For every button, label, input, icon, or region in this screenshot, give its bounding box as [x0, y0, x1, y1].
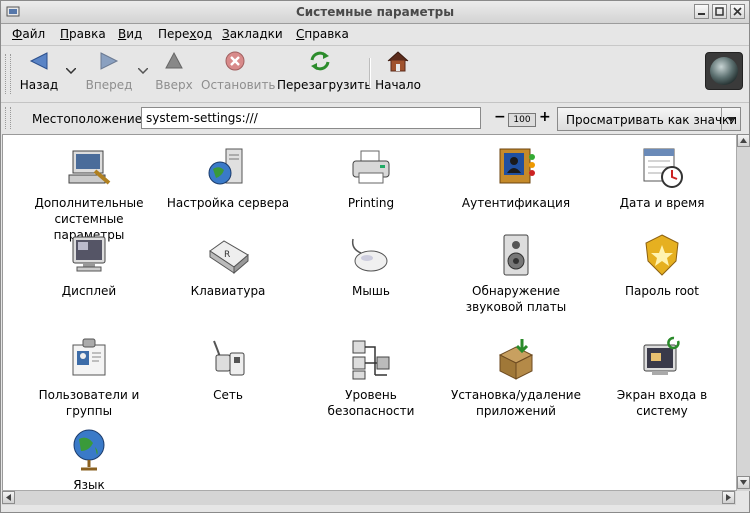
maximize-icon [715, 7, 724, 16]
location-label: Местоположение: [32, 112, 147, 126]
item-date-time[interactable]: Дата и время [592, 143, 732, 211]
monitor-icon [72, 236, 106, 272]
vertical-scrollbar[interactable] [736, 134, 750, 491]
home-icon [387, 51, 409, 72]
window: Системные параметры Файл Правка Вид Пере… [0, 0, 750, 513]
menu-help[interactable]: Справка [296, 27, 349, 41]
printer-icon [352, 150, 390, 184]
close-button[interactable] [730, 4, 745, 19]
menu-bookmarks[interactable]: Закладки [222, 27, 283, 41]
horizontal-scrollbar[interactable] [2, 490, 736, 505]
package-install-icon [498, 339, 534, 380]
item-server-settings[interactable]: Настройка сервера [158, 143, 298, 211]
throbber-icon [710, 57, 738, 85]
scroll-right-arrow-icon [726, 494, 731, 501]
reload-button[interactable]: Перезагрузить [277, 50, 371, 92]
scroll-left-button[interactable] [2, 491, 15, 504]
maximize-button[interactable] [712, 4, 727, 19]
language-globe-icon [73, 429, 105, 471]
item-root-password[interactable]: Пароль root [592, 231, 732, 299]
view-as-dropdown[interactable] [721, 108, 740, 130]
root-badge-icon [645, 234, 679, 276]
item-security-level[interactable]: Уровень безопасности [301, 335, 441, 419]
icon-view[interactable]: Дополнительные системные параметры Настр… [2, 134, 737, 491]
scroll-right-button[interactable] [722, 491, 735, 504]
scroll-down-arrow-icon [740, 480, 747, 485]
window-title: Системные параметры [295, 5, 455, 19]
authentication-icon [499, 148, 535, 184]
activity-throbber [705, 52, 743, 90]
zoom-out-button[interactable]: − [494, 110, 506, 124]
calendar-clock-icon [643, 148, 683, 188]
title-bar[interactable]: Системные параметры [1, 1, 749, 24]
zoom-level[interactable]: 100 [508, 113, 536, 127]
scroll-up-arrow-icon [740, 138, 747, 143]
network-plug-icon [213, 340, 245, 376]
status-bar [1, 505, 749, 512]
security-level-icon [352, 340, 390, 380]
item-display[interactable]: Дисплей [19, 231, 159, 299]
forward-history-dropdown-icon[interactable] [138, 68, 148, 74]
view-as-select[interactable]: Просматривать как значки [557, 107, 741, 131]
item-printing[interactable]: Printing [301, 143, 441, 211]
zoom-in-button[interactable]: + [539, 109, 551, 125]
item-login-screen[interactable]: Экран входа в систему [592, 335, 732, 419]
toolbar-grip[interactable] [5, 54, 11, 94]
scroll-up-button[interactable] [737, 134, 750, 147]
location-bar: Местоположение: system-settings:/// − 10… [1, 103, 749, 133]
minimize-button[interactable] [694, 4, 709, 19]
menu-bar: Файл Правка Вид Переход Закладки Справка [1, 24, 749, 46]
back-history-dropdown-icon[interactable] [66, 68, 76, 74]
item-mouse[interactable]: Мышь [301, 231, 441, 299]
forward-arrow-icon [100, 52, 119, 70]
up-button[interactable]: Вверх [155, 50, 193, 92]
location-bar-grip[interactable] [5, 107, 11, 129]
close-icon [733, 7, 742, 16]
item-network[interactable]: Сеть [158, 335, 298, 403]
item-keyboard[interactable]: R Клавиатура [158, 231, 298, 299]
back-button[interactable]: Назад [19, 50, 59, 92]
reload-icon [310, 51, 330, 71]
toolbar-separator [369, 58, 371, 88]
stop-button[interactable]: Остановить [201, 50, 276, 92]
scroll-down-button[interactable] [737, 476, 750, 489]
item-add-remove-apps[interactable]: Установка/удаление приложений [446, 335, 586, 419]
location-input[interactable]: system-settings:/// [141, 107, 481, 129]
menu-file[interactable]: Файл [12, 27, 45, 41]
menu-edit[interactable]: Правка [60, 27, 106, 41]
up-arrow-icon [165, 51, 183, 69]
back-arrow-icon [29, 52, 48, 70]
menu-go[interactable]: Переход [158, 27, 212, 41]
item-language[interactable]: Язык [19, 425, 159, 490]
item-users-groups[interactable]: Пользователи и группы [19, 335, 159, 419]
login-screen-icon [643, 336, 680, 375]
user-id-card-icon [72, 338, 106, 376]
minimize-icon [698, 13, 705, 15]
computer-tools-icon [68, 150, 111, 185]
mouse-icon [351, 238, 388, 272]
keyboard-key-icon: R [209, 240, 249, 275]
stop-icon [225, 51, 245, 71]
speaker-icon [503, 234, 529, 276]
item-authentication[interactable]: Аутентификация [446, 143, 586, 211]
toolbar: Назад Вперед Вверх Остановить Перезагруз… [1, 46, 749, 103]
item-sound-card[interactable]: Обнаружение звуковой платы [446, 231, 586, 315]
menu-view[interactable]: Вид [118, 27, 142, 41]
forward-button[interactable]: Вперед [85, 50, 133, 92]
home-button[interactable]: Начало [375, 50, 421, 92]
server-globe-icon [208, 148, 243, 185]
scroll-left-arrow-icon [6, 494, 11, 501]
item-advanced-settings[interactable]: Дополнительные системные параметры [19, 143, 159, 243]
svg-text:R: R [224, 250, 230, 260]
chevron-down-icon [727, 117, 735, 122]
